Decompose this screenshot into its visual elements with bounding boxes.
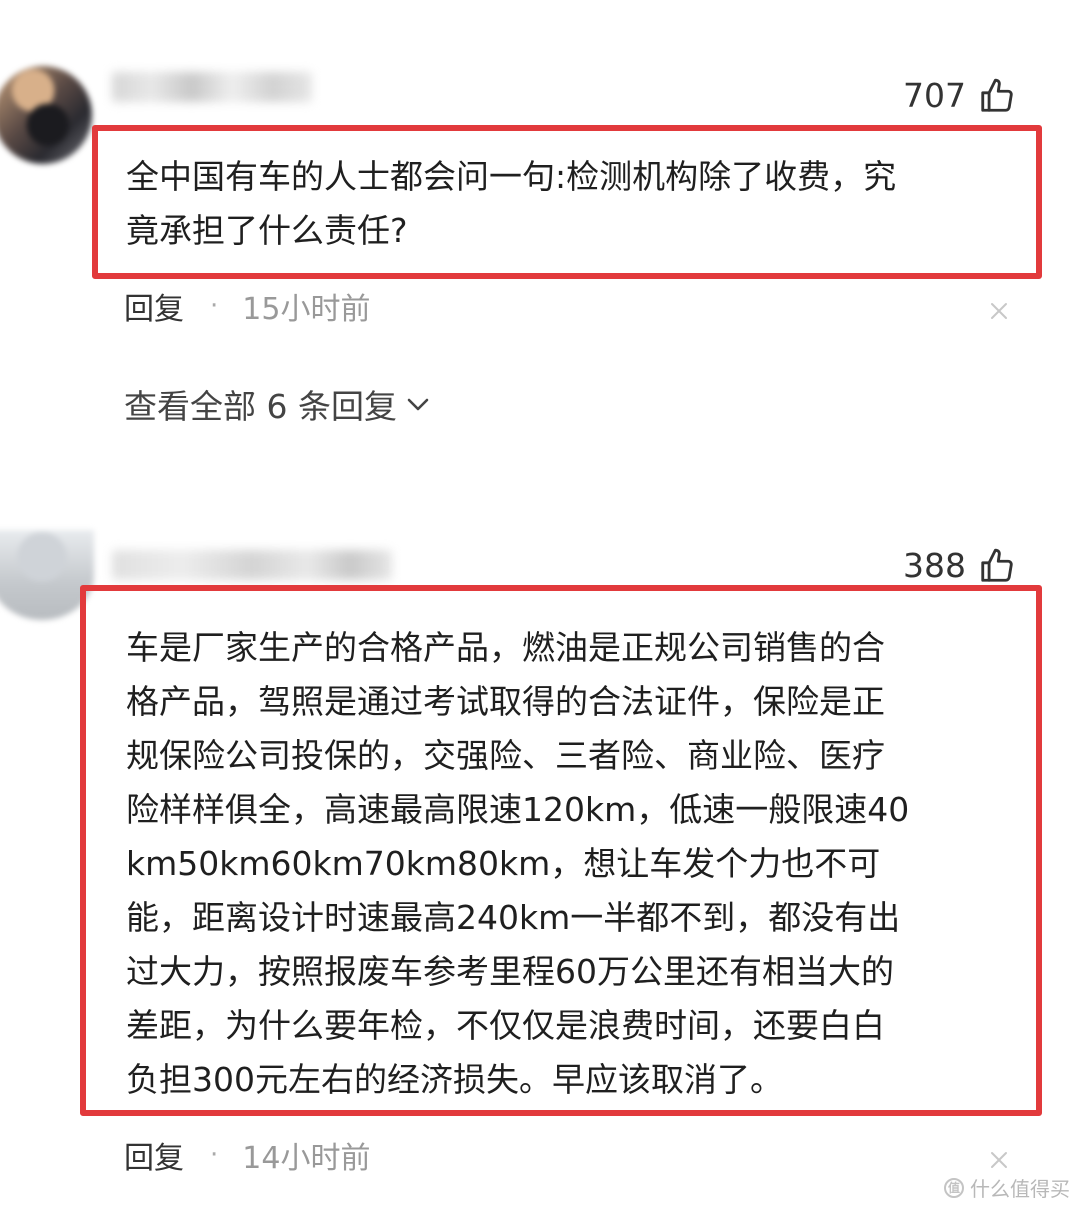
- chevron-down-icon: [407, 398, 429, 411]
- like-button[interactable]: 707: [903, 76, 1016, 115]
- separator-dot: ·: [210, 1140, 219, 1170]
- close-icon[interactable]: [990, 1151, 1008, 1169]
- like-button[interactable]: 388: [903, 546, 1016, 585]
- avatar[interactable]: [0, 66, 92, 164]
- username-blurred[interactable]: [112, 72, 312, 102]
- timestamp: 15小时前: [242, 292, 371, 327]
- reply-button[interactable]: 回复: [124, 1133, 184, 1177]
- thumbs-up-icon: [981, 548, 1013, 582]
- username-blurred[interactable]: [112, 550, 392, 580]
- view-all-replies-button[interactable]: 查看全部 6 条回复: [124, 380, 431, 428]
- watermark-text: 什么值得买: [970, 1177, 1070, 1201]
- view-all-replies-label: 查看全部 6 条回复: [124, 387, 397, 426]
- comment-text: 全中国有车的人士都会问一句:检测机构除了收费，究 竟承担了什么责任?: [92, 125, 1042, 279]
- comment-meta: 回复 · 15小时前: [124, 284, 370, 328]
- comment-text: 车是厂家生产的合格产品，燃油是正规公司销售的合 格产品，驾照是通过考试取得的合法…: [80, 585, 1042, 1116]
- close-icon[interactable]: [990, 302, 1008, 320]
- thumbs-up-icon: [981, 78, 1013, 112]
- like-count: 707: [903, 76, 966, 115]
- timestamp: 14小时前: [242, 1141, 371, 1176]
- watermark-logo-icon: 值: [944, 1177, 964, 1198]
- like-count: 388: [903, 546, 966, 585]
- comment-meta: 回复 · 14小时前: [124, 1133, 370, 1177]
- watermark: 值 什么值得买: [944, 1173, 1070, 1202]
- reply-button[interactable]: 回复: [124, 284, 184, 328]
- separator-dot: ·: [210, 291, 219, 321]
